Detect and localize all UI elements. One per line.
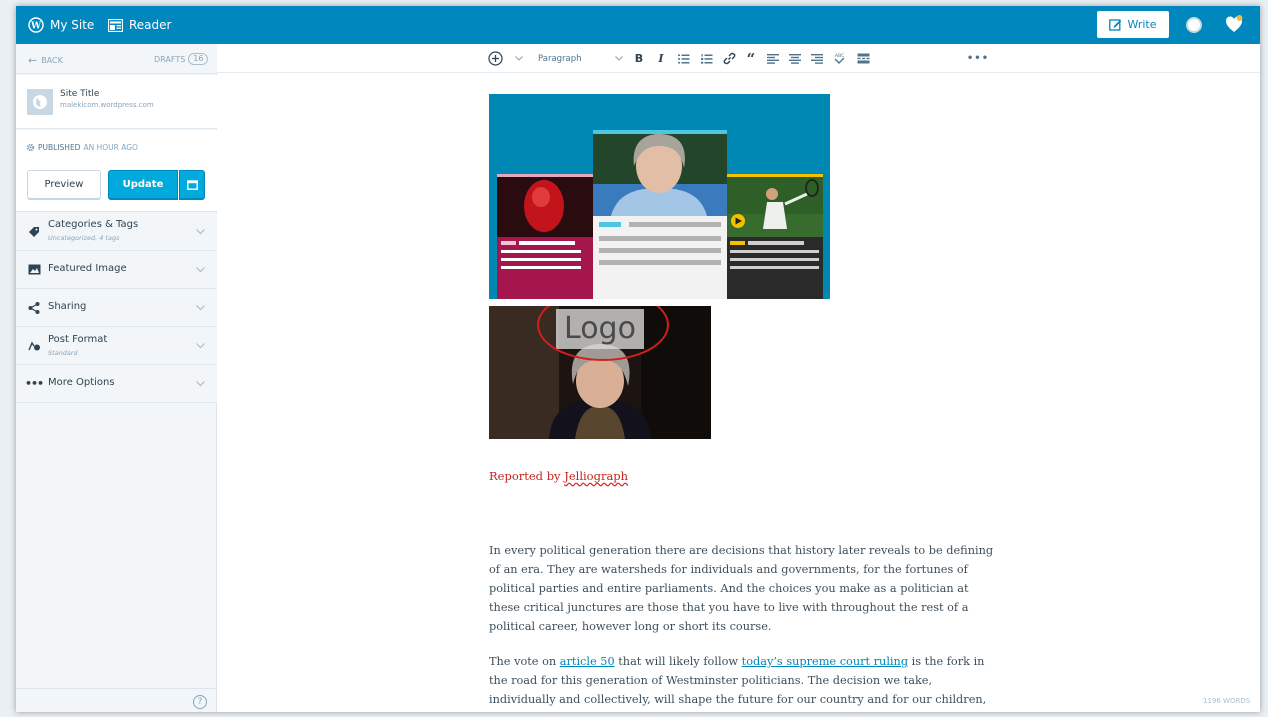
byline-prefix: Reported by xyxy=(489,469,565,483)
accordion-sharing[interactable]: Sharing xyxy=(16,289,217,327)
accordion-title: More Options xyxy=(48,377,115,388)
accordion-categories-tags[interactable]: Categories & Tags Uncategorized, 4 tags xyxy=(16,213,217,251)
globe-icon xyxy=(27,89,53,115)
blockquote-icon[interactable]: “ xyxy=(744,50,758,68)
bullet-list-icon[interactable] xyxy=(677,51,691,66)
chevron-down-icon xyxy=(615,56,623,61)
read-more-icon[interactable] xyxy=(856,51,870,66)
site-title: Site Title xyxy=(60,89,100,99)
byline: Reported by Jelliograph xyxy=(489,469,628,483)
block-format-select[interactable]: Paragraph xyxy=(538,51,623,66)
align-left-icon[interactable] xyxy=(766,51,780,66)
accordion-subtitle: Standard xyxy=(48,349,78,357)
link-icon[interactable] xyxy=(722,51,736,66)
update-button[interactable]: Update xyxy=(108,170,178,200)
supreme-court-ruling-link[interactable]: today’s supreme court ruling xyxy=(742,655,908,668)
tag-icon xyxy=(27,225,41,239)
drafts-button[interactable]: DRAFTS 16 xyxy=(154,53,209,65)
publish-panel: PUBLISHED AN HOUR AGO Preview Update xyxy=(16,130,217,212)
chevron-down-icon[interactable] xyxy=(514,51,524,66)
avatar[interactable] xyxy=(1186,17,1202,33)
chevron-down-icon xyxy=(196,266,205,272)
chevron-down-icon xyxy=(196,342,205,348)
help-icon[interactable]: ? xyxy=(193,695,207,709)
schedule-button[interactable] xyxy=(179,170,205,200)
wordpress-icon: W xyxy=(28,17,44,33)
post-content[interactable]: Logo Reported by Jelliograph In every po… xyxy=(217,73,1260,712)
share-icon xyxy=(27,301,41,315)
post-format-icon xyxy=(27,339,41,353)
paragraph-text: The vote on xyxy=(489,655,560,668)
back-label: BACK xyxy=(41,56,63,65)
accordion-more-options[interactable]: ••• More Options xyxy=(16,365,217,403)
calendar-icon xyxy=(186,179,198,190)
pencil-icon xyxy=(1109,19,1122,31)
spellcheck-icon[interactable]: ABC xyxy=(832,51,846,66)
site-url: malekicom.wordpress.com xyxy=(60,101,154,109)
gear-icon xyxy=(26,143,35,152)
preview-button[interactable]: Preview xyxy=(27,170,101,200)
paragraph-2[interactable]: The vote on article 50 that will likely … xyxy=(489,652,994,712)
chevron-down-icon xyxy=(196,228,205,234)
masterbar: W My Site Reader Write xyxy=(16,6,1260,44)
site-card[interactable]: Site Title malekicom.wordpress.com xyxy=(16,75,217,129)
drafts-count-badge: 16 xyxy=(188,53,209,65)
ellipsis-icon: ••• xyxy=(24,377,44,390)
accordion-featured-image[interactable]: Featured Image xyxy=(16,251,217,289)
numbered-list-icon[interactable] xyxy=(700,51,714,66)
sidebar: ← BACK DRAFTS 16 Site Title malekicom.wo… xyxy=(16,44,217,712)
more-icon[interactable]: ••• xyxy=(967,51,988,66)
arrow-left-icon: ← xyxy=(28,54,38,67)
image-icon xyxy=(27,263,41,277)
align-center-icon[interactable] xyxy=(788,51,802,66)
editor-window: W My Site Reader Write ← BACK DRAFTS 16 … xyxy=(16,6,1260,712)
article-50-link[interactable]: article 50 xyxy=(560,655,615,668)
inline-photo-image[interactable]: Logo xyxy=(489,306,711,439)
notifications-icon[interactable] xyxy=(1225,14,1243,34)
word-count: 1196 WORDS xyxy=(1203,697,1251,705)
byline-author-link[interactable]: Jelliograph xyxy=(564,469,628,483)
accordion-post-format[interactable]: Post Format Standard xyxy=(16,327,217,365)
write-button[interactable]: Write xyxy=(1097,11,1169,38)
sidebar-back-bar: ← BACK DRAFTS 16 xyxy=(16,44,217,74)
my-site-label: My Site xyxy=(50,18,95,32)
italic-icon[interactable]: I xyxy=(655,51,667,66)
align-right-icon[interactable] xyxy=(810,51,824,66)
publish-status-strong: PUBLISHED xyxy=(38,143,81,152)
publish-status[interactable]: PUBLISHED AN HOUR AGO xyxy=(26,143,138,152)
accordion-title: Post Format xyxy=(48,334,108,345)
chevron-down-icon xyxy=(196,380,205,386)
accordion-title: Featured Image xyxy=(48,263,127,274)
accordion-title: Sharing xyxy=(48,301,87,312)
my-site-link[interactable]: W My Site xyxy=(28,6,94,44)
svg-text:ABC: ABC xyxy=(834,53,843,59)
drafts-label: DRAFTS xyxy=(154,54,186,64)
sidebar-footer: ? xyxy=(16,688,217,712)
back-button[interactable]: ← BACK xyxy=(28,54,63,67)
bold-icon[interactable]: B xyxy=(633,51,645,66)
paragraph-1[interactable]: In every political generation there are … xyxy=(489,541,994,636)
block-format-value: Paragraph xyxy=(538,53,582,64)
svg-text:W: W xyxy=(30,22,42,32)
chevron-down-icon xyxy=(196,304,205,310)
reader-label: Reader xyxy=(129,18,172,32)
write-label: Write xyxy=(1127,18,1157,31)
reader-link[interactable]: Reader xyxy=(108,6,171,44)
paragraph-text: that will likely follow xyxy=(614,655,742,668)
accordion-title: Categories & Tags xyxy=(48,219,139,230)
featured-collage-image[interactable] xyxy=(489,94,830,299)
reader-icon xyxy=(108,18,123,32)
editor-toolbar: Paragraph B I “ ABC ••• xyxy=(217,44,1260,73)
publish-status-time: AN HOUR AGO xyxy=(83,143,138,152)
add-icon[interactable] xyxy=(487,51,503,66)
accordion-subtitle: Uncategorized, 4 tags xyxy=(48,234,120,242)
